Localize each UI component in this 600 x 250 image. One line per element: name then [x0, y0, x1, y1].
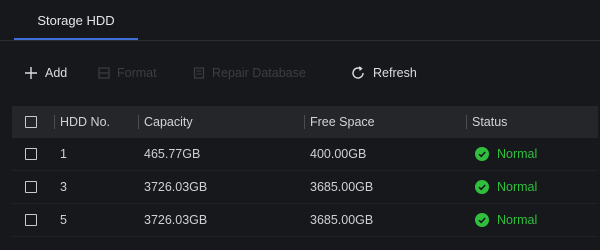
free-space-cell: 3685.00GB	[310, 213, 374, 227]
repair-database-icon	[193, 67, 205, 79]
format-button-label: Format	[117, 66, 157, 80]
free-space-cell: 3685.00GB	[310, 180, 374, 194]
tab-storage-hdd-label: Storage HDD	[37, 12, 115, 28]
row-checkbox[interactable]	[25, 214, 37, 226]
table-header: HDD No. Capacity Free Space Status	[12, 106, 598, 138]
column-header-free-space: Free Space	[310, 115, 375, 129]
refresh-icon	[350, 65, 366, 81]
status-cell: Normal	[475, 171, 537, 203]
column-header-hdd-no: HDD No.	[60, 115, 111, 129]
capacity-cell: 465.77GB	[144, 147, 201, 161]
capacity-cell: 3726.03GB	[144, 180, 208, 194]
tab-bar: Storage HDD	[0, 0, 600, 41]
check-circle-icon	[475, 147, 489, 161]
row-checkbox[interactable]	[25, 148, 37, 160]
status-cell: Normal	[475, 204, 537, 236]
hdd-no-cell: 3	[60, 180, 67, 194]
table-row[interactable]: 1 465.77GB 400.00GB Normal	[12, 138, 598, 171]
repair-database-button[interactable]: Repair Database	[193, 56, 306, 90]
status-text: Normal	[497, 213, 538, 227]
column-separator	[466, 115, 467, 129]
status-text: Normal	[497, 147, 538, 161]
add-button[interactable]: Add	[24, 56, 67, 90]
hdd-no-cell: 5	[60, 213, 67, 227]
active-tab-indicator	[14, 38, 138, 40]
plus-icon	[24, 66, 38, 80]
row-checkbox[interactable]	[25, 181, 37, 193]
refresh-button-label: Refresh	[373, 66, 417, 80]
free-space-cell: 400.00GB	[310, 147, 367, 161]
table-row[interactable]: 5 3726.03GB 3685.00GB Normal	[12, 204, 598, 237]
column-header-status: Status	[472, 115, 508, 129]
check-circle-icon	[475, 180, 489, 194]
hdd-table: HDD No. Capacity Free Space Status 1 465…	[12, 106, 598, 237]
toolbar: Add Format Repair Database Refresh	[0, 56, 600, 90]
refresh-button[interactable]: Refresh	[350, 56, 417, 90]
check-circle-icon	[475, 213, 489, 227]
select-all-checkbox[interactable]	[25, 116, 37, 128]
format-icon	[98, 67, 110, 79]
status-cell: Normal	[475, 138, 537, 170]
column-separator	[304, 115, 305, 129]
capacity-cell: 3726.03GB	[144, 213, 208, 227]
add-button-label: Add	[45, 66, 68, 80]
column-separator	[54, 115, 55, 129]
repair-database-button-label: Repair Database	[212, 66, 306, 80]
tab-storage-hdd[interactable]: Storage HDD	[14, 0, 138, 40]
status-text: Normal	[497, 180, 538, 194]
column-separator	[138, 115, 139, 129]
hdd-no-cell: 1	[60, 147, 67, 161]
format-button[interactable]: Format	[98, 56, 157, 90]
column-header-capacity: Capacity	[144, 115, 193, 129]
table-row[interactable]: 3 3726.03GB 3685.00GB Normal	[12, 171, 598, 204]
